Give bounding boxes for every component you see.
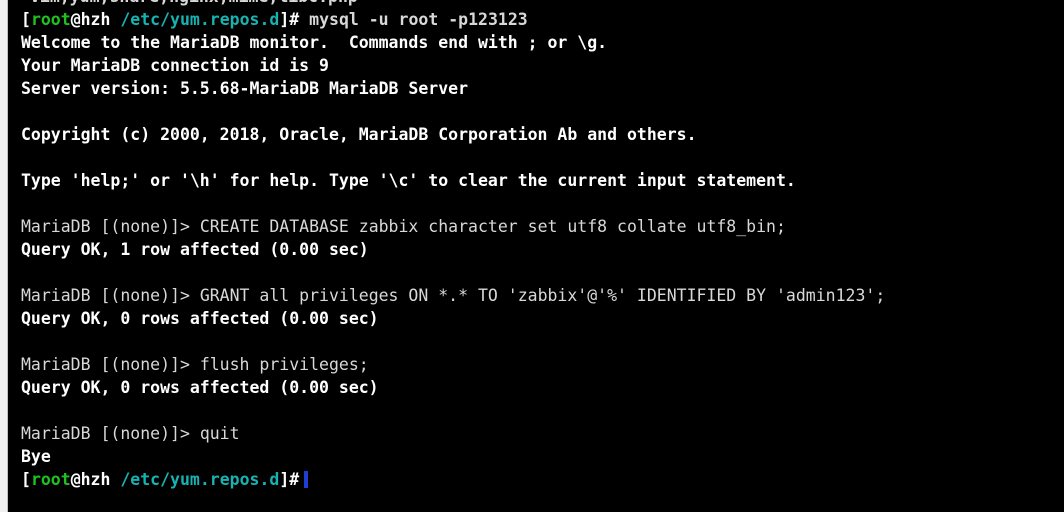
output-query-ok-flush: Query OK, 0 rows affected (0.00 sec) — [21, 378, 379, 397]
command-mysql-login: mysql -u root -p123123 — [309, 10, 528, 29]
mariadb-prompt-grant: MariaDB [(none)]> — [21, 286, 200, 305]
shell-prompt-line-login[interactable]: [root@hzh /etc/yum.repos.d]# mysql -u ro… — [21, 8, 1064, 31]
command-flush: flush privileges; — [199, 355, 369, 374]
terminal-screen[interactable]: vim,yum,share,nginx,mime,libc.php [root@… — [9, 0, 1064, 512]
terminal-output-rows: [root@hzh /etc/yum.repos.d]# mysql -u ro… — [9, 8, 1064, 491]
output-connection-id: Your MariaDB connection id is 9 — [21, 56, 329, 75]
text-cursor — [304, 471, 309, 488]
prompt-bracket-open: [ — [21, 10, 31, 29]
shell-prompt-line-final[interactable]: [root@hzh /etc/yum.repos.d]# — [21, 468, 1064, 491]
prompt-bracket-open-final: [ — [21, 470, 31, 489]
output-bye: Bye — [21, 447, 51, 466]
mariadb-prompt-flush: MariaDB [(none)]> — [21, 355, 200, 374]
prompt-space-after — [299, 10, 309, 29]
mariadb-prompt-line-grant[interactable]: MariaDB [(none)]> GRANT all privileges O… — [21, 284, 1064, 307]
prompt-path-final: /etc/yum.repos.d — [120, 470, 280, 489]
prompt-host: @hzh — [70, 10, 111, 29]
prompt-user: root — [30, 10, 71, 29]
clipped-previous-output-line: vim,yum,share,nginx,mime,libc.php — [18, 0, 358, 8]
output-help-hint: Type 'help;' or '\h' for help. Type '\c'… — [21, 171, 796, 190]
output-copyright: Copyright (c) 2000, 2018, Oracle, MariaD… — [21, 125, 697, 144]
prompt-bracket-close: ]# — [279, 10, 300, 29]
prompt-user-final: root — [30, 470, 71, 489]
terminal-window[interactable]: vim,yum,share,nginx,mime,libc.php [root@… — [0, 0, 1064, 512]
command-quit: quit — [199, 424, 240, 443]
prompt-path: /etc/yum.repos.d — [120, 10, 280, 29]
output-query-ok-create: Query OK, 1 row affected (0.00 sec) — [21, 240, 369, 259]
mariadb-prompt-line-quit[interactable]: MariaDB [(none)]> quit — [21, 422, 1064, 445]
mariadb-prompt-line-create[interactable]: MariaDB [(none)]> CREATE DATABASE zabbix… — [21, 215, 1064, 238]
command-grant: GRANT all privileges ON *.* TO 'zabbix'@… — [199, 286, 886, 305]
output-server-version: Server version: 5.5.68-MariaDB MariaDB S… — [21, 79, 469, 98]
output-query-ok-grant: Query OK, 0 rows affected (0.00 sec) — [21, 309, 379, 328]
window-left-gutter — [0, 0, 8, 512]
command-create-database: CREATE DATABASE zabbix character set utf… — [199, 217, 786, 236]
prompt-bracket-close-final: ]# — [279, 470, 300, 489]
prompt-space-final — [110, 470, 120, 489]
mariadb-prompt-create: MariaDB [(none)]> — [21, 217, 200, 236]
prompt-host-final: @hzh — [70, 470, 111, 489]
output-welcome: Welcome to the MariaDB monitor. Commands… — [21, 33, 608, 52]
mariadb-prompt-line-flush[interactable]: MariaDB [(none)]> flush privileges; — [21, 353, 1064, 376]
mariadb-prompt-quit: MariaDB [(none)]> — [21, 424, 200, 443]
